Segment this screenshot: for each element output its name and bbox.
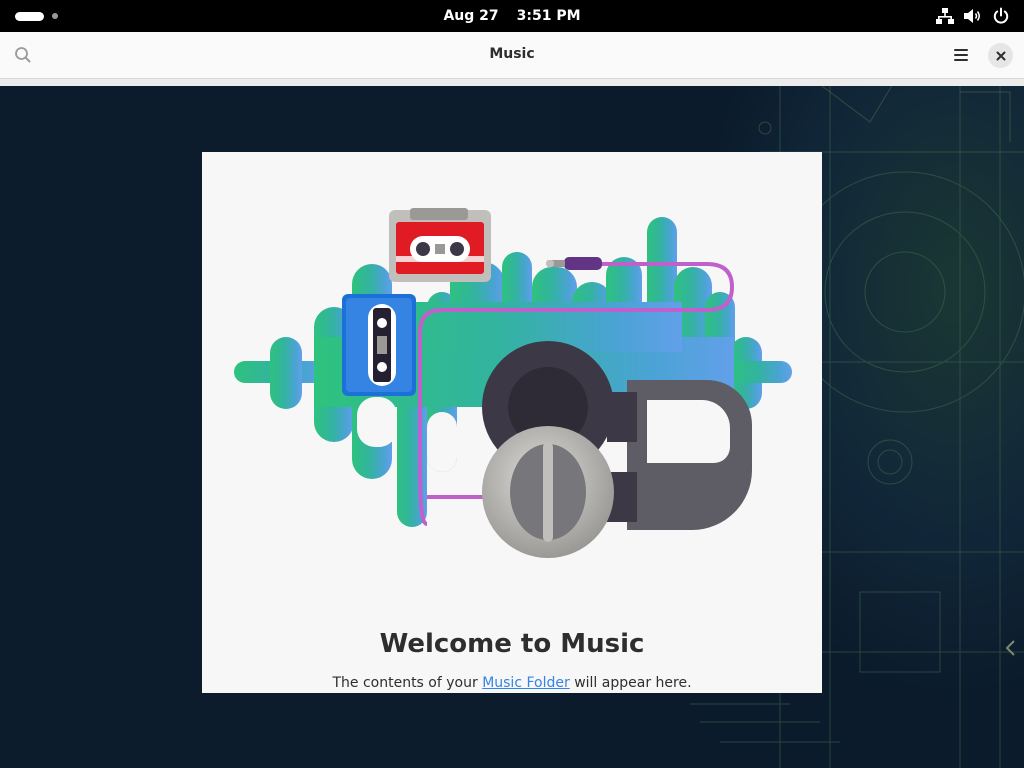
welcome-card: Welcome to Music The contents of your Mu… xyxy=(202,152,822,693)
chevron-left-icon xyxy=(1003,639,1019,657)
welcome-text-before: The contents of your xyxy=(332,675,483,691)
power-icon xyxy=(992,7,1010,25)
close-icon xyxy=(996,51,1005,60)
music-illustration xyxy=(234,208,792,558)
network-wired-icon xyxy=(936,7,954,25)
close-window-button[interactable] xyxy=(988,43,1013,68)
main-menu-button[interactable] xyxy=(949,44,973,66)
app-header-bar: Music xyxy=(0,32,1024,79)
welcome-title: Welcome to Music xyxy=(379,629,645,659)
window-title: Music xyxy=(489,46,535,62)
clock-time: 3:51 PM xyxy=(516,8,581,24)
welcome-text-after: will appear here. xyxy=(569,675,692,691)
hamburger-menu-icon xyxy=(954,49,968,61)
top-bar: Aug 27 3:51 PM xyxy=(0,0,1024,32)
clock[interactable]: Aug 27 3:51 PM xyxy=(0,0,1024,32)
system-tray[interactable] xyxy=(936,6,1010,26)
welcome-description: The contents of your Music Folder will a… xyxy=(202,675,822,691)
clock-date: Aug 27 xyxy=(443,8,499,24)
music-folder-link[interactable]: Music Folder xyxy=(482,675,570,691)
volume-icon xyxy=(963,7,983,25)
header-separator xyxy=(0,79,1024,86)
